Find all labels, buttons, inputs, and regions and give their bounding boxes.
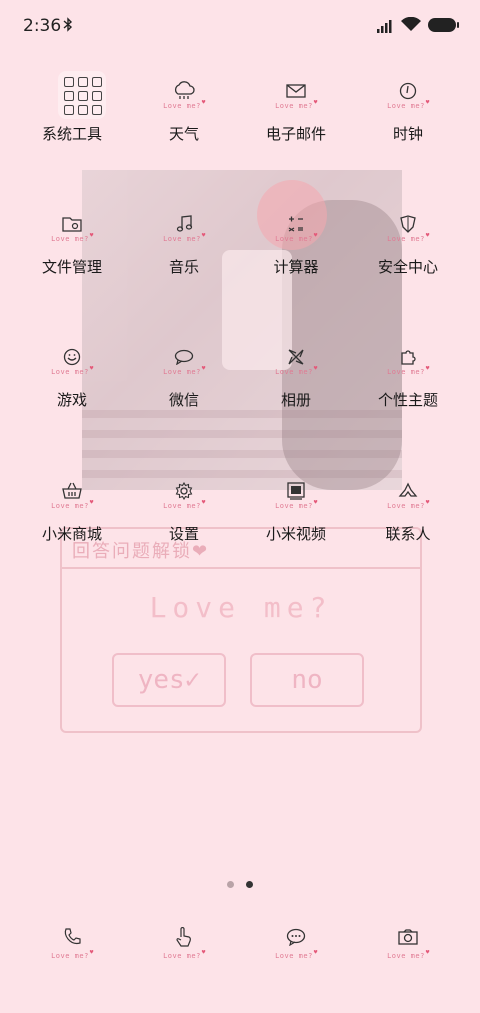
dock-tagline: Love me?: [12, 952, 132, 960]
dock-tagline: Love me?: [236, 952, 356, 960]
app-tagline: Love me?: [124, 368, 244, 376]
app-label: 个性主题: [377, 391, 438, 409]
app-tagline: Love me?: [124, 502, 244, 510]
app-clock[interactable]: Love me? 时钟: [348, 68, 468, 158]
bluetooth-icon: [63, 17, 73, 36]
page-dot-1[interactable]: [227, 881, 234, 888]
app-mi-store[interactable]: Love me? 小米商城: [12, 468, 132, 558]
dock-tagline: Love me?: [124, 952, 244, 960]
app-tagline: Love me?: [236, 368, 356, 376]
app-label: 音乐: [168, 258, 199, 276]
app-tagline: Love me?: [348, 502, 468, 510]
wallpaper-yes: yes✓: [112, 653, 226, 707]
app-email[interactable]: Love me? 电子邮件: [236, 68, 356, 158]
app-wechat[interactable]: Love me? 微信: [124, 334, 244, 424]
app-label: 电子邮件: [265, 125, 326, 143]
app-tagline: Love me?: [12, 235, 132, 243]
app-label: 文件管理: [41, 258, 102, 276]
hand-pointer-icon: [169, 922, 199, 952]
app-label: 小米商城: [41, 525, 102, 543]
app-tagline: Love me?: [236, 102, 356, 110]
app-tagline: Love me?: [124, 102, 244, 110]
app-tagline: Love me?: [348, 235, 468, 243]
app-label: 游戏: [56, 391, 87, 409]
app-label: 天气: [168, 125, 199, 143]
app-security-center[interactable]: Love me? 安全中心: [348, 201, 468, 291]
page-indicator[interactable]: [0, 873, 480, 892]
app-label: 设置: [168, 525, 199, 543]
app-label: 相册: [280, 391, 311, 409]
app-tagline: Love me?: [12, 368, 132, 376]
app-system-tools-folder[interactable]: 系统工具: [12, 68, 132, 158]
phone-icon: [57, 922, 87, 952]
app-themes[interactable]: Love me? 个性主题: [348, 334, 468, 424]
wifi-icon: [401, 16, 421, 36]
app-file-manager[interactable]: Love me? 文件管理: [12, 201, 132, 291]
signal-icon: [377, 18, 395, 37]
app-label: 安全中心: [377, 258, 438, 276]
app-mi-video[interactable]: Love me? 小米视频: [236, 468, 356, 558]
status-time: 2:36: [23, 16, 62, 36]
page-dot-2[interactable]: [246, 881, 253, 888]
app-gallery[interactable]: Love me? 相册: [236, 334, 356, 424]
app-label: 系统工具: [41, 125, 102, 143]
status-bar: 2:36: [0, 0, 480, 52]
dock-phone[interactable]: Love me?: [12, 914, 132, 1004]
app-settings[interactable]: Love me? 设置: [124, 468, 244, 558]
app-games[interactable]: Love me? 游戏: [12, 334, 132, 424]
app-contacts[interactable]: Love me? 联系人: [348, 468, 468, 558]
app-tagline: Love me?: [124, 235, 244, 243]
message-icon: [281, 922, 311, 952]
app-calculator[interactable]: Love me? 计算器: [236, 201, 356, 291]
app-tagline: Love me?: [236, 235, 356, 243]
app-label: 时钟: [392, 125, 423, 143]
app-tagline: Love me?: [348, 368, 468, 376]
dock-camera[interactable]: Love me?: [348, 914, 468, 1004]
app-label: 计算器: [273, 258, 319, 276]
wallpaper-love-text: Love me?: [149, 591, 333, 624]
app-label: 微信: [168, 391, 199, 409]
camera-icon: [393, 922, 423, 952]
dock-messages[interactable]: Love me?: [236, 914, 356, 1004]
wallpaper-no: no: [250, 653, 364, 707]
app-label: 联系人: [385, 525, 431, 543]
app-label: 小米视频: [265, 525, 326, 543]
dock-tagline: Love me?: [348, 952, 468, 960]
app-tagline: Love me?: [236, 502, 356, 510]
app-tagline: Love me?: [348, 102, 468, 110]
app-weather[interactable]: Love me? 天气: [124, 68, 244, 158]
dock-browser[interactable]: Love me?: [124, 914, 244, 1004]
battery-icon: [428, 18, 459, 32]
app-tagline: Love me?: [12, 502, 132, 510]
app-music[interactable]: Love me? 音乐: [124, 201, 244, 291]
folder-icon: [58, 71, 106, 119]
